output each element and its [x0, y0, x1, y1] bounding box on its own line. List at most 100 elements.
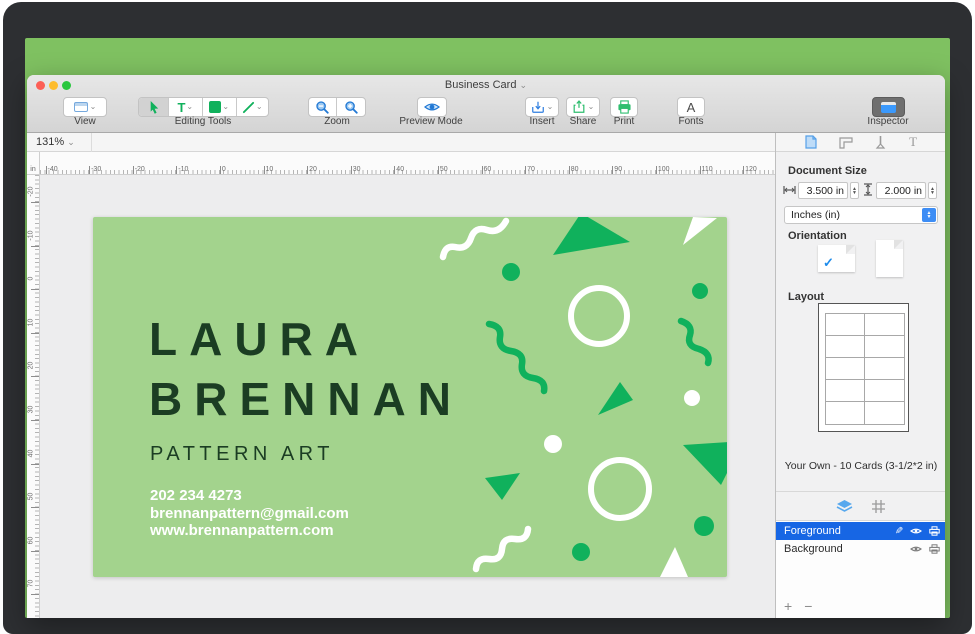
- layout-cell: [825, 313, 866, 336]
- layout-cell: [825, 335, 866, 358]
- brush-tab-icon[interactable]: [874, 135, 887, 149]
- title-chevron-icon: ⌄: [520, 80, 528, 90]
- zoom-out-button[interactable]: [309, 98, 337, 116]
- card-name-text[interactable]: LAURA BRENNAN: [149, 309, 463, 429]
- ruler-major-tick: [264, 166, 265, 174]
- business-card[interactable]: LAURA BRENNAN PATTERN ART 202 234 4273 b…: [93, 217, 727, 577]
- select-stepper-icon: ▲▼: [922, 208, 936, 222]
- ruler-major-tick: [31, 333, 39, 334]
- width-stepper[interactable]: ▲▼: [850, 182, 859, 199]
- ruler-major-tick: [438, 166, 439, 174]
- ruler-h-label: 10: [266, 166, 274, 173]
- share-icon: [572, 100, 586, 114]
- dot-shape: [692, 283, 708, 299]
- layout-description: Your Own - 10 Cards (3-1/2*2 in): [776, 460, 945, 472]
- width-dimension-icon: [783, 185, 796, 195]
- orientation-portrait-option[interactable]: [876, 240, 903, 277]
- layout-cell: [864, 313, 905, 336]
- shape-tool-button[interactable]: ⌄: [203, 98, 236, 116]
- ruler-major-tick: [394, 166, 395, 174]
- horizontal-ruler[interactable]: -40-30-20-100102030405060708090100110120: [40, 152, 775, 175]
- remove-layer-button[interactable]: −: [804, 598, 824, 614]
- document-title-text[interactable]: Business Card: [445, 79, 517, 91]
- squiggle-shape: [489, 324, 544, 391]
- cursor-arrow-icon: [146, 100, 161, 115]
- share-button[interactable]: ⌄: [566, 97, 600, 117]
- visibility-eye-icon[interactable]: [910, 527, 922, 535]
- ruler-h-label: 50: [440, 166, 448, 173]
- print-button[interactable]: [610, 97, 638, 117]
- zoom-level-dropdown[interactable]: 131% ⌄: [36, 136, 75, 148]
- dot-shape: [572, 543, 590, 561]
- line-tool-button[interactable]: ⌄: [237, 98, 269, 116]
- ruler-major-tick: [46, 166, 47, 174]
- text-tab-icon[interactable]: T: [909, 134, 917, 150]
- ruler-h-label: -10: [178, 166, 188, 173]
- document-canvas[interactable]: LAURA BRENNAN PATTERN ART 202 234 4273 b…: [40, 175, 775, 618]
- inspector-window-icon: [881, 102, 896, 113]
- width-input[interactable]: 3.500 in: [798, 182, 848, 199]
- grid-tab-icon[interactable]: [871, 499, 886, 514]
- inspector-label: Inspector: [838, 116, 938, 127]
- vertical-ruler[interactable]: -20-10010203040506070: [27, 175, 40, 618]
- layer-row-foreground[interactable]: Foreground ✎: [776, 522, 945, 540]
- card-contact-block[interactable]: 202 234 4273 brennanpattern@gmail.com ww…: [150, 487, 349, 540]
- layout-cell: [825, 357, 866, 380]
- text-tool-button[interactable]: T ⌄: [169, 98, 203, 116]
- layout-preview[interactable]: [818, 303, 909, 432]
- zoom-in-button[interactable]: [337, 98, 365, 116]
- height-input[interactable]: 2.000 in: [876, 182, 926, 199]
- insert-button[interactable]: ⌄: [525, 97, 559, 117]
- ruler-v-label: -20: [28, 182, 35, 202]
- window-title: Business Card ⌄: [27, 79, 945, 91]
- dot-shape: [544, 435, 562, 453]
- preview-mode-button[interactable]: [417, 97, 447, 117]
- zoom-level-value: 131%: [36, 136, 64, 148]
- printable-printer-icon[interactable]: [929, 526, 940, 536]
- ruler-h-label: 80: [571, 166, 579, 173]
- ruler-h-label: 0: [222, 166, 226, 173]
- editing-tools-group: T ⌄ ⌄ ⌄: [138, 97, 269, 117]
- fonts-button[interactable]: A: [677, 97, 705, 117]
- printable-printer-icon[interactable]: [929, 544, 940, 554]
- card-email: brennanpattern@gmail.com: [150, 505, 349, 523]
- dot-shape: [502, 263, 520, 281]
- marketing-stage: Business Card ⌄ ⌄ View T ⌄: [0, 0, 975, 634]
- document-tab-icon[interactable]: [805, 135, 817, 149]
- document-size-heading: Document Size: [788, 165, 867, 177]
- eye-icon: [424, 101, 440, 113]
- ring-shape: [571, 288, 627, 344]
- ruler-unit-box[interactable]: in: [27, 152, 40, 175]
- zoom-in-icon: [344, 100, 359, 115]
- geometry-tab-icon[interactable]: [839, 136, 853, 149]
- ruler-v-label: 70: [28, 574, 35, 594]
- inspector-button[interactable]: [872, 97, 905, 117]
- ruler-major-tick: [133, 166, 134, 174]
- select-tool-button[interactable]: [139, 98, 169, 116]
- preview-mode-label: Preview Mode: [381, 116, 481, 127]
- view-button[interactable]: ⌄: [63, 97, 107, 117]
- height-stepper[interactable]: ▲▼: [928, 182, 937, 199]
- selected-check-icon: ✓: [823, 255, 834, 271]
- layout-heading: Layout: [788, 291, 824, 303]
- zoom-out-icon: [315, 100, 330, 115]
- ruler-major-tick: [700, 166, 701, 174]
- ruler-v-label: 40: [28, 443, 35, 463]
- units-select[interactable]: Inches (in) ▲▼: [784, 206, 938, 224]
- layer-row-background[interactable]: Background: [776, 540, 945, 558]
- chevron-down-icon: ⌄: [186, 103, 193, 111]
- chevron-down-icon: ⌄: [222, 103, 229, 111]
- chevron-down-icon: ⌄: [256, 103, 263, 111]
- orientation-landscape-option[interactable]: ✓: [818, 245, 855, 272]
- layers-tab-icon[interactable]: [836, 499, 853, 514]
- squiggle-shape: [443, 221, 506, 257]
- fonts-label: Fonts: [641, 116, 741, 127]
- ruler-h-label: 30: [353, 166, 361, 173]
- fonts-a-icon: A: [687, 100, 696, 115]
- page-fold-icon: [894, 240, 903, 249]
- card-website: www.brennanpattern.com: [150, 522, 349, 540]
- visibility-eye-icon[interactable]: [910, 545, 922, 553]
- add-layer-button[interactable]: +: [784, 598, 804, 614]
- card-subtitle-text[interactable]: PATTERN ART: [150, 443, 334, 466]
- edit-pencil-icon[interactable]: ✎: [895, 526, 903, 537]
